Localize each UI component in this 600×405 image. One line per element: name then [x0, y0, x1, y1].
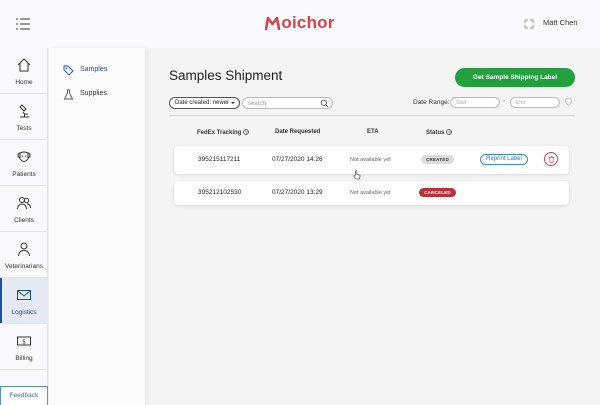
get-shipping-label-button[interactable]: Get Sample Shipping Label	[455, 68, 575, 87]
left-nav: Home Tests Patients Clients Veterinarian…	[0, 48, 48, 405]
date-end-field[interactable]	[510, 97, 560, 108]
main-content: Samples Shipment Get Sample Shipping Lab…	[150, 48, 600, 405]
delete-button[interactable]	[544, 152, 558, 166]
nav-label: Tests	[16, 125, 32, 132]
tag-icon	[63, 65, 74, 76]
date-end-input[interactable]	[516, 99, 556, 107]
search-input[interactable]	[248, 99, 318, 108]
column-header-tracking: FedEx Tracking?	[197, 129, 250, 136]
trash-icon	[549, 156, 554, 163]
svg-text:$: $	[22, 338, 26, 345]
nav-label: Clients	[14, 217, 34, 224]
feedback-button[interactable]: Feedback	[0, 386, 48, 405]
caret-down-icon	[231, 102, 235, 104]
brand-logo[interactable]: oichor	[0, 13, 600, 33]
nav-label: Patients	[12, 171, 36, 178]
search-field[interactable]	[242, 97, 333, 109]
eta-value: Not available yet	[350, 190, 391, 196]
microscope-icon	[19, 104, 29, 118]
column-header-eta: ETA	[367, 129, 379, 135]
status-badge: CREATED	[421, 155, 454, 164]
dollar-bill-icon: $	[17, 336, 31, 346]
subnav-label: Supplies	[80, 90, 107, 97]
divider	[169, 115, 575, 116]
sort-select[interactable]: Date created: newer	[169, 97, 240, 109]
nav-label: Home	[15, 79, 33, 86]
page-title: Samples Shipment	[169, 68, 283, 83]
nav-label: Logistics	[11, 309, 37, 316]
flask-icon	[63, 89, 74, 100]
nav-item-clients[interactable]: Clients	[0, 186, 48, 231]
tracking-number[interactable]: 395215117211	[198, 156, 240, 163]
users-icon	[17, 197, 31, 210]
nav-item-veterinarians[interactable]: Veterinarians	[0, 232, 48, 277]
table-row[interactable]: 395215117211 07/27/2020 14:26 Not availa…	[174, 146, 569, 174]
nav-label: Billing	[15, 355, 33, 362]
reprint-label-button[interactable]: Reprint Label	[480, 154, 528, 165]
brand-name: oichor	[281, 13, 335, 32]
top-bar: oichor Matt Chen	[0, 0, 600, 48]
tracking-number[interactable]: 395212102530	[198, 189, 241, 196]
home-icon	[17, 58, 31, 72]
nav-item-logistics[interactable]: Logistics	[0, 278, 48, 323]
date-clear-icon[interactable]	[565, 98, 572, 106]
date-range-label: Date Range:	[413, 99, 450, 106]
sub-nav: Samples Supplies	[49, 48, 145, 405]
eta-value: Not available yet	[350, 157, 391, 163]
subnav-label: Samples	[80, 66, 108, 73]
mail-icon	[17, 290, 31, 300]
nav-item-home[interactable]: Home	[0, 48, 48, 93]
nav-item-billing[interactable]: $ Billing	[0, 324, 48, 369]
date-start-input[interactable]	[456, 99, 496, 107]
user-name[interactable]: Matt Chen	[543, 18, 578, 27]
column-header-status: Status?	[426, 129, 453, 136]
brand-m-icon	[265, 17, 281, 30]
cursor-hand-icon	[353, 170, 361, 180]
search-icon[interactable]	[320, 99, 329, 108]
table-row[interactable]: 395212102530 07/27/2020 13:29 Not availa…	[174, 181, 569, 205]
column-header-date: Date Requested	[275, 129, 321, 135]
info-icon[interactable]: ?	[446, 129, 453, 135]
person-icon	[18, 242, 30, 257]
date-start-field[interactable]	[450, 97, 500, 108]
nav-item-patients[interactable]: Patients	[0, 140, 48, 185]
nav-label: Veterinarians	[5, 263, 43, 270]
fullscreen-icon[interactable]	[524, 19, 534, 29]
date-requested: 07/27/2020 14:26	[272, 156, 323, 163]
info-icon[interactable]: ?	[243, 129, 250, 135]
date-requested: 07/27/2020 13:29	[272, 189, 323, 196]
nav-item-tests[interactable]: Tests	[0, 94, 48, 139]
date-separator: -	[503, 98, 506, 105]
sort-select-value: Date created: newer	[175, 100, 230, 106]
status-badge: CANCELED	[419, 188, 456, 197]
dog-icon	[17, 151, 31, 162]
